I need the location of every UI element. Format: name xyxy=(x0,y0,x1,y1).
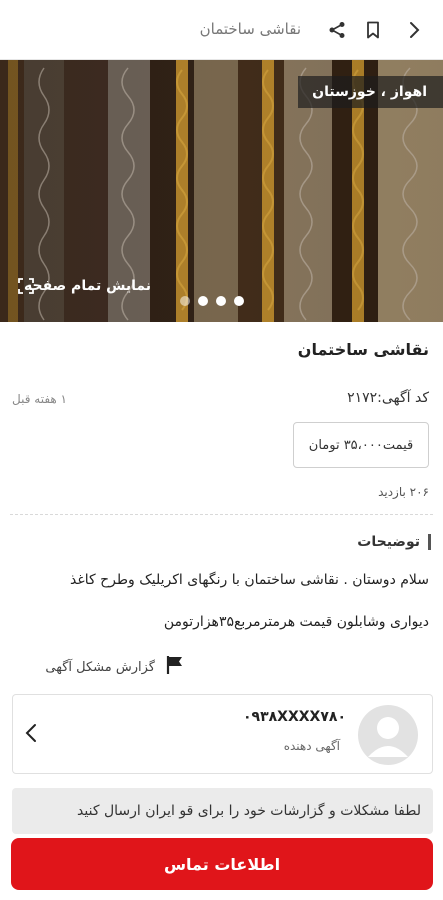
price-box: قیمت۳۵،۰۰۰ تومان xyxy=(293,422,429,468)
chevron-left-icon xyxy=(25,723,37,747)
pagination-dot[interactable] xyxy=(198,296,208,306)
contact-info-button[interactable]: اطلاعات تماس xyxy=(11,838,433,890)
fullscreen-label: نمایش تمام صفحه xyxy=(24,278,152,294)
top-app-bar: نقاشی ساختمان xyxy=(0,0,443,60)
flag-icon xyxy=(165,655,185,679)
section-divider xyxy=(10,514,433,515)
gallery-pagination xyxy=(180,296,244,306)
report-ad-button[interactable]: گزارش مشکل آگهی xyxy=(45,655,185,679)
seller-role: آگهی دهنده xyxy=(283,739,340,753)
ad-code: کد آگهی:۲۱۷۲ xyxy=(347,390,429,406)
pagination-dot[interactable] xyxy=(216,296,226,306)
description-line: سلام دوستان . نقاشی ساختمان با رنگهای اک… xyxy=(70,572,429,588)
pagination-dot[interactable] xyxy=(180,296,190,306)
avatar xyxy=(358,705,418,765)
fullscreen-button[interactable]: نمایش تمام صفحه xyxy=(18,278,151,294)
image-gallery[interactable]: اهواز ، خوزستان نمایش تمام صفحه xyxy=(0,60,443,322)
pagination-dot[interactable] xyxy=(234,296,244,306)
location-badge: اهواز ، خوزستان xyxy=(298,76,443,108)
view-count: ۲۰۶ بازدید xyxy=(378,485,429,499)
seller-card[interactable]: ۰۹۳۸XXXX۷۸۰ آگهی دهنده xyxy=(12,694,433,774)
report-label: گزارش مشکل آگهی xyxy=(45,659,155,675)
share-icon[interactable] xyxy=(325,18,349,42)
bookmark-icon[interactable] xyxy=(361,18,385,42)
page-title: نقاشی ساختمان xyxy=(199,20,301,38)
description-line: دیواری وشابلون قیمت هرمترمربع۳۵هزارتومن xyxy=(163,614,429,630)
description-heading: توضیحات xyxy=(357,534,431,550)
ad-title: نقاشی ساختمان xyxy=(297,340,429,359)
seller-phone: ۰۹۳۸XXXX۷۸۰ xyxy=(243,709,346,725)
notice-banner: لطفا مشکلات و گزارشات خود را برای قو ایر… xyxy=(12,788,433,834)
ad-posted-time: ۱ هفته قبل xyxy=(12,392,67,406)
chevron-right-icon[interactable] xyxy=(402,18,426,42)
